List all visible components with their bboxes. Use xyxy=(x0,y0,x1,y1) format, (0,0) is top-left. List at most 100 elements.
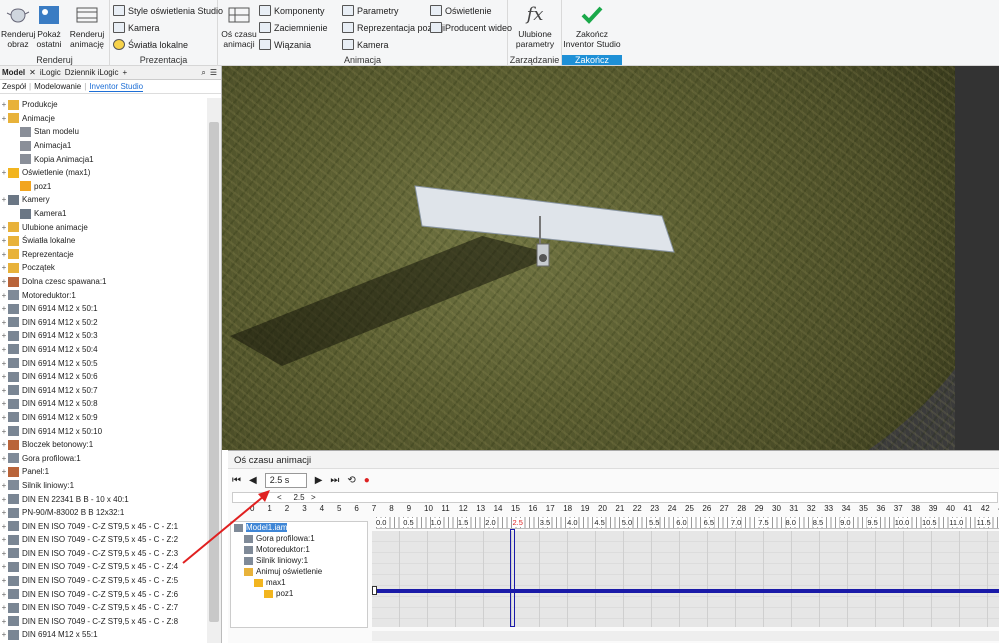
expand-icon[interactable]: + xyxy=(0,100,8,109)
tree-item[interactable]: + Oświetlenie (max1) xyxy=(0,166,207,180)
menu-icon[interactable]: ☰ xyxy=(210,68,217,77)
tree-item[interactable]: Stan modelu xyxy=(0,125,207,139)
expand-icon[interactable]: + xyxy=(0,413,8,422)
expand-icon[interactable]: + xyxy=(0,386,8,395)
tree-item[interactable]: + Reprezentacje xyxy=(0,248,207,262)
parameters-button[interactable]: Parametry xyxy=(342,5,399,16)
tree-item[interactable]: + DIN 6914 M12 x 50:7 xyxy=(0,383,207,397)
timeline-tree-item[interactable]: max1 xyxy=(231,577,367,588)
tree-item[interactable]: + DIN 6914 M12 x 50:5 xyxy=(0,356,207,370)
lighting-button[interactable]: Oświetlenie xyxy=(430,5,492,16)
expand-icon[interactable]: + xyxy=(0,603,8,612)
expand-icon[interactable]: + xyxy=(0,331,8,340)
tree-item[interactable]: + DIN EN 22341 B B - 10 x 40:1 xyxy=(0,492,207,506)
expand-icon[interactable]: + xyxy=(0,345,8,354)
tree-item[interactable]: poz1 xyxy=(0,180,207,194)
render-image-button[interactable]: Renderuj obraz xyxy=(1,3,36,49)
timeline-tracks[interactable] xyxy=(372,529,999,627)
fade-button[interactable]: Zaciemnienie xyxy=(259,22,328,33)
tab-ilogic-log[interactable]: Dziennik iLogic xyxy=(65,68,119,77)
slider-prev[interactable]: < xyxy=(277,493,282,502)
keyframe-bar[interactable] xyxy=(372,589,999,593)
tree-item[interactable]: + DIN EN ISO 7049 - C-Z ST9,5 x 45 - C - … xyxy=(0,574,207,588)
expand-icon[interactable]: + xyxy=(0,522,8,531)
tree-item[interactable]: + DIN 6914 M12 x 50:4 xyxy=(0,343,207,357)
tree-item[interactable]: + DIN 6914 M12 x 50:10 xyxy=(0,424,207,438)
render-animation-button[interactable]: Renderuj animację xyxy=(66,3,108,49)
tree-item[interactable]: + DIN EN ISO 7049 - C-Z ST9,5 x 45 - C - … xyxy=(0,615,207,629)
favorite-parameters-button[interactable]: fx Ulubione parametry xyxy=(510,3,560,49)
tab-model[interactable]: Model xyxy=(2,68,25,77)
animation-timeline-button[interactable]: Oś czasu animacji xyxy=(220,3,258,49)
tree-item[interactable]: + Panel:1 xyxy=(0,465,207,479)
finish-studio-button[interactable]: Zakończ Inventor Studio xyxy=(562,3,622,49)
tree-item[interactable]: + Produkcje xyxy=(0,98,207,112)
search-icon[interactable]: ⌕ xyxy=(201,68,205,78)
3d-viewport[interactable] xyxy=(222,66,999,450)
tree-item[interactable]: + DIN 6914 M12 x 50:6 xyxy=(0,370,207,384)
step-back-icon[interactable]: ◀ xyxy=(249,475,257,486)
timeline-tree-item[interactable]: poz1 xyxy=(231,588,367,599)
tree-item[interactable]: + DIN 6914 M12 x 50:8 xyxy=(0,397,207,411)
timeline-tree-item[interactable]: Model1.iam xyxy=(231,522,367,533)
tree-item[interactable]: + Motoreduktor:1 xyxy=(0,288,207,302)
time-input[interactable]: 2.5 s xyxy=(264,473,307,488)
go-start-icon[interactable]: ⏮ xyxy=(232,475,241,486)
expand-icon[interactable]: + xyxy=(0,114,8,123)
timeline-hscroll[interactable] xyxy=(372,631,999,641)
tree-item[interactable]: + DIN 6914 M12 x 50:9 xyxy=(0,411,207,425)
tree-item[interactable]: + DIN EN ISO 7049 - C-Z ST9,5 x 45 - C - … xyxy=(0,547,207,561)
components-button[interactable]: Komponenty xyxy=(259,5,325,16)
slider-next[interactable]: > xyxy=(311,493,316,502)
camera-button[interactable]: Kamera xyxy=(113,22,160,33)
time-slider[interactable]: < 2.5 > xyxy=(232,492,998,503)
expand-icon[interactable]: + xyxy=(0,630,8,639)
expand-icon[interactable]: + xyxy=(0,617,8,626)
expand-icon[interactable]: + xyxy=(0,467,8,476)
expand-icon[interactable]: + xyxy=(0,223,8,232)
show-last-button[interactable]: Pokaż ostatni xyxy=(34,3,64,49)
tree-item[interactable]: Animacja1 xyxy=(0,139,207,153)
expand-icon[interactable]: + xyxy=(0,454,8,463)
timeline-tree-item[interactable]: Silnik liniowy:1 xyxy=(231,555,367,566)
keyframe-start[interactable] xyxy=(372,586,377,595)
expand-icon[interactable]: + xyxy=(0,427,8,436)
expand-icon[interactable]: + xyxy=(0,372,8,381)
tree-item[interactable]: + Silnik liniowy:1 xyxy=(0,479,207,493)
expand-icon[interactable]: + xyxy=(0,304,8,313)
timeline-tree-item[interactable]: Animuj oświetlenie xyxy=(231,566,367,577)
subtab-inventor-studio[interactable]: Inventor Studio xyxy=(89,82,144,92)
go-end-icon[interactable]: ⏭ xyxy=(330,475,339,486)
tree-item[interactable]: + Kamery xyxy=(0,193,207,207)
expand-icon[interactable]: + xyxy=(0,508,8,517)
tree-item[interactable]: + Światła lokalne xyxy=(0,234,207,248)
time-cursor[interactable] xyxy=(510,529,515,627)
browser-scrollbar[interactable] xyxy=(207,98,221,643)
expand-icon[interactable]: + xyxy=(0,495,8,504)
expand-icon[interactable]: + xyxy=(0,562,8,571)
play-icon[interactable]: ▶ xyxy=(315,475,323,486)
tree-item[interactable]: + DIN EN ISO 7049 - C-Z ST9,5 x 45 - C - … xyxy=(0,560,207,574)
tree-item[interactable]: + DIN EN ISO 7049 - C-Z ST9,5 x 45 - C - … xyxy=(0,601,207,615)
expand-icon[interactable]: + xyxy=(0,250,8,259)
expand-icon[interactable]: + xyxy=(0,168,8,177)
expand-icon[interactable]: + xyxy=(0,590,8,599)
tree-item[interactable]: + DIN EN ISO 7049 - C-Z ST9,5 x 45 - C - … xyxy=(0,587,207,601)
tree-item[interactable]: + DIN EN ISO 7049 - C-Z ST9,5 x 45 - C - … xyxy=(0,519,207,533)
timeline-tree-item[interactable]: Gora profilowa:1 xyxy=(231,533,367,544)
expand-icon[interactable]: + xyxy=(0,359,8,368)
timeline-tree-item[interactable]: Motoreduktor:1 xyxy=(231,544,367,555)
tree-item[interactable]: Kamera1 xyxy=(0,207,207,221)
loop-icon[interactable]: ⟲ xyxy=(347,475,355,486)
constraints-button[interactable]: Wiązania xyxy=(259,39,311,50)
tree-item[interactable]: + DIN EN ISO 7049 - C-Z ST9,5 x 45 - C - … xyxy=(0,533,207,547)
tree-item[interactable]: + Animacje xyxy=(0,112,207,126)
record-icon[interactable]: ● xyxy=(364,475,370,486)
expand-icon[interactable]: + xyxy=(0,236,8,245)
expand-icon[interactable]: + xyxy=(0,318,8,327)
tree-item[interactable]: + Początek xyxy=(0,261,207,275)
video-producer-button[interactable]: Producent wideo xyxy=(430,22,512,33)
expand-icon[interactable]: + xyxy=(0,576,8,585)
expand-icon[interactable]: + xyxy=(0,263,8,272)
tree-item[interactable]: + Gora profilowa:1 xyxy=(0,451,207,465)
